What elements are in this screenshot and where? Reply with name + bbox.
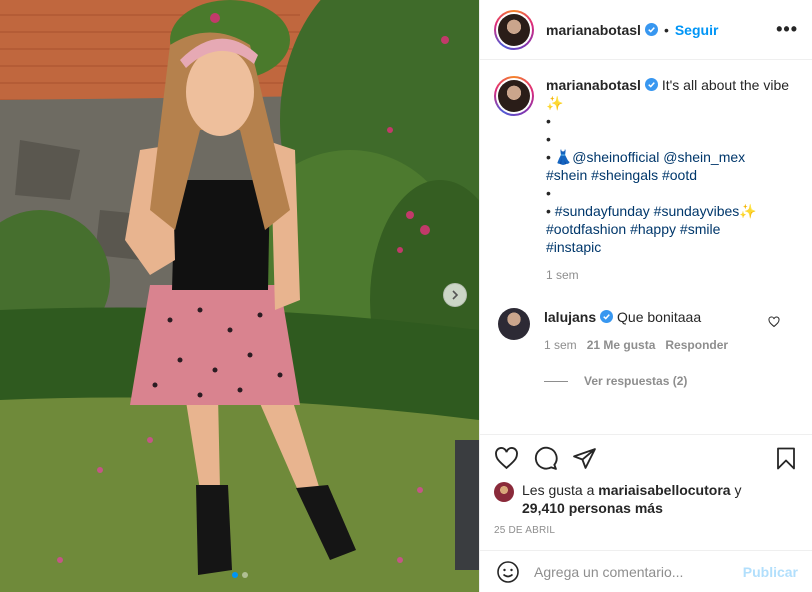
follow-button[interactable]: Seguir bbox=[675, 22, 719, 38]
bookmark-icon bbox=[777, 447, 795, 469]
more-options-icon[interactable]: ••• bbox=[776, 19, 798, 40]
caption-bullet: • bbox=[546, 113, 551, 129]
caption-line-hashtags: #instapic bbox=[546, 238, 796, 256]
carousel-dot bbox=[241, 572, 248, 578]
caption: marianabotasl It's all about the vibe ✨ … bbox=[494, 76, 796, 256]
chevron-right-icon bbox=[452, 290, 459, 300]
verified-badge-icon bbox=[644, 23, 658, 36]
header-separator: • bbox=[663, 21, 669, 38]
post-date[interactable]: 25 DE ABRIL bbox=[494, 525, 798, 536]
likes-count[interactable]: 29,410 personas más bbox=[522, 500, 663, 516]
verified-badge-icon bbox=[600, 310, 614, 323]
caption-bullet: • bbox=[546, 131, 551, 147]
hashtag-link[interactable]: #ootdfashion bbox=[546, 221, 626, 237]
comment-composer: Publicar bbox=[480, 550, 812, 592]
post-side-panel: marianabotasl • Seguir ••• marianabotasl… bbox=[479, 0, 812, 592]
hashtag-link[interactable]: #happy bbox=[630, 221, 676, 237]
comment-button[interactable] bbox=[533, 446, 558, 471]
post-actions-section: Les gusta a mariaisabellocutora y 29,410… bbox=[480, 434, 812, 592]
view-replies-label: Ver respuestas (2) bbox=[584, 374, 688, 388]
comments-list: marianabotasl It's all about the vibe ✨ … bbox=[480, 60, 812, 434]
verified-badge-icon bbox=[644, 78, 658, 91]
post-photo[interactable] bbox=[0, 0, 479, 592]
post-dialog: marianabotasl • Seguir ••• marianabotasl… bbox=[0, 0, 812, 592]
sparkles-emoji: ✨ bbox=[739, 203, 757, 219]
caption-text: marianabotasl It's all about the vibe ✨ … bbox=[546, 76, 796, 256]
commenter-avatar[interactable] bbox=[498, 308, 530, 340]
carousel-dot-active bbox=[231, 572, 238, 578]
mention-link[interactable]: @sheinofficial bbox=[572, 149, 659, 165]
replies-divider bbox=[544, 380, 568, 382]
hashtag-link[interactable]: #instapic bbox=[546, 239, 601, 255]
liker-username[interactable]: mariaisabellocutora bbox=[598, 482, 730, 498]
caption-line-hashtags: #ootdfashion #happy #smile bbox=[546, 220, 796, 238]
comment: lalujans Que bonitaaa 1 sem 21 Me gusta … bbox=[494, 308, 796, 352]
hashtag-link[interactable]: #sundayfunday bbox=[555, 203, 650, 219]
emoji-icon[interactable] bbox=[496, 560, 520, 584]
mention-link[interactable]: @shein_mex bbox=[663, 149, 745, 165]
commenter-username[interactable]: lalujans bbox=[544, 309, 596, 325]
likes-summary: Les gusta a mariaisabellocutora y 29,410… bbox=[494, 481, 798, 517]
post-header: marianabotasl • Seguir ••• bbox=[480, 0, 812, 60]
heart-icon bbox=[495, 446, 518, 469]
author-username[interactable]: marianabotasl bbox=[546, 22, 641, 38]
carousel-next-button[interactable] bbox=[443, 283, 467, 307]
view-replies-button[interactable]: Ver respuestas (2) bbox=[544, 374, 796, 388]
caption-line-hashtags: #shein #sheingals #ootd bbox=[546, 166, 796, 184]
share-button[interactable] bbox=[572, 446, 597, 471]
liker-avatar[interactable] bbox=[494, 482, 514, 503]
caption-line-hashtags: • #sundayfunday #sundayvibes✨ bbox=[546, 203, 757, 219]
hashtag-link[interactable]: #sheingals bbox=[591, 167, 658, 183]
save-button[interactable] bbox=[774, 446, 798, 471]
hashtag-link[interactable]: #shein bbox=[546, 167, 587, 183]
action-icons-bar bbox=[494, 445, 798, 471]
hashtag-link[interactable]: #sundayvibes bbox=[654, 203, 740, 219]
caption-timestamp[interactable]: 1 sem bbox=[546, 268, 796, 282]
hashtag-link[interactable]: #ootd bbox=[662, 167, 697, 183]
comment-timestamp[interactable]: 1 sem bbox=[544, 338, 577, 352]
comment-input[interactable] bbox=[534, 563, 743, 580]
author-avatar[interactable] bbox=[494, 9, 534, 50]
dress-emoji: 👗 bbox=[554, 149, 573, 165]
comment-likes-count[interactable]: 21 Me gusta bbox=[587, 338, 656, 352]
comment-like-heart-icon[interactable] bbox=[768, 316, 780, 328]
publish-button[interactable]: Publicar bbox=[743, 564, 798, 580]
hashtag-link[interactable]: #smile bbox=[680, 221, 720, 237]
caption-line-mentions: • 👗@sheinofficial @shein_mex bbox=[546, 149, 746, 165]
comment-text: Que bonitaaa bbox=[617, 309, 702, 325]
like-button[interactable] bbox=[494, 446, 519, 471]
caption-avatar[interactable] bbox=[494, 76, 534, 116]
photo-scene bbox=[0, 0, 479, 592]
share-icon bbox=[573, 447, 596, 469]
caption-bullet: • bbox=[546, 185, 551, 201]
caption-username[interactable]: marianabotasl bbox=[546, 77, 641, 93]
carousel-indicator bbox=[0, 572, 479, 578]
comment-icon bbox=[534, 446, 558, 470]
reply-button[interactable]: Responder bbox=[665, 338, 728, 352]
